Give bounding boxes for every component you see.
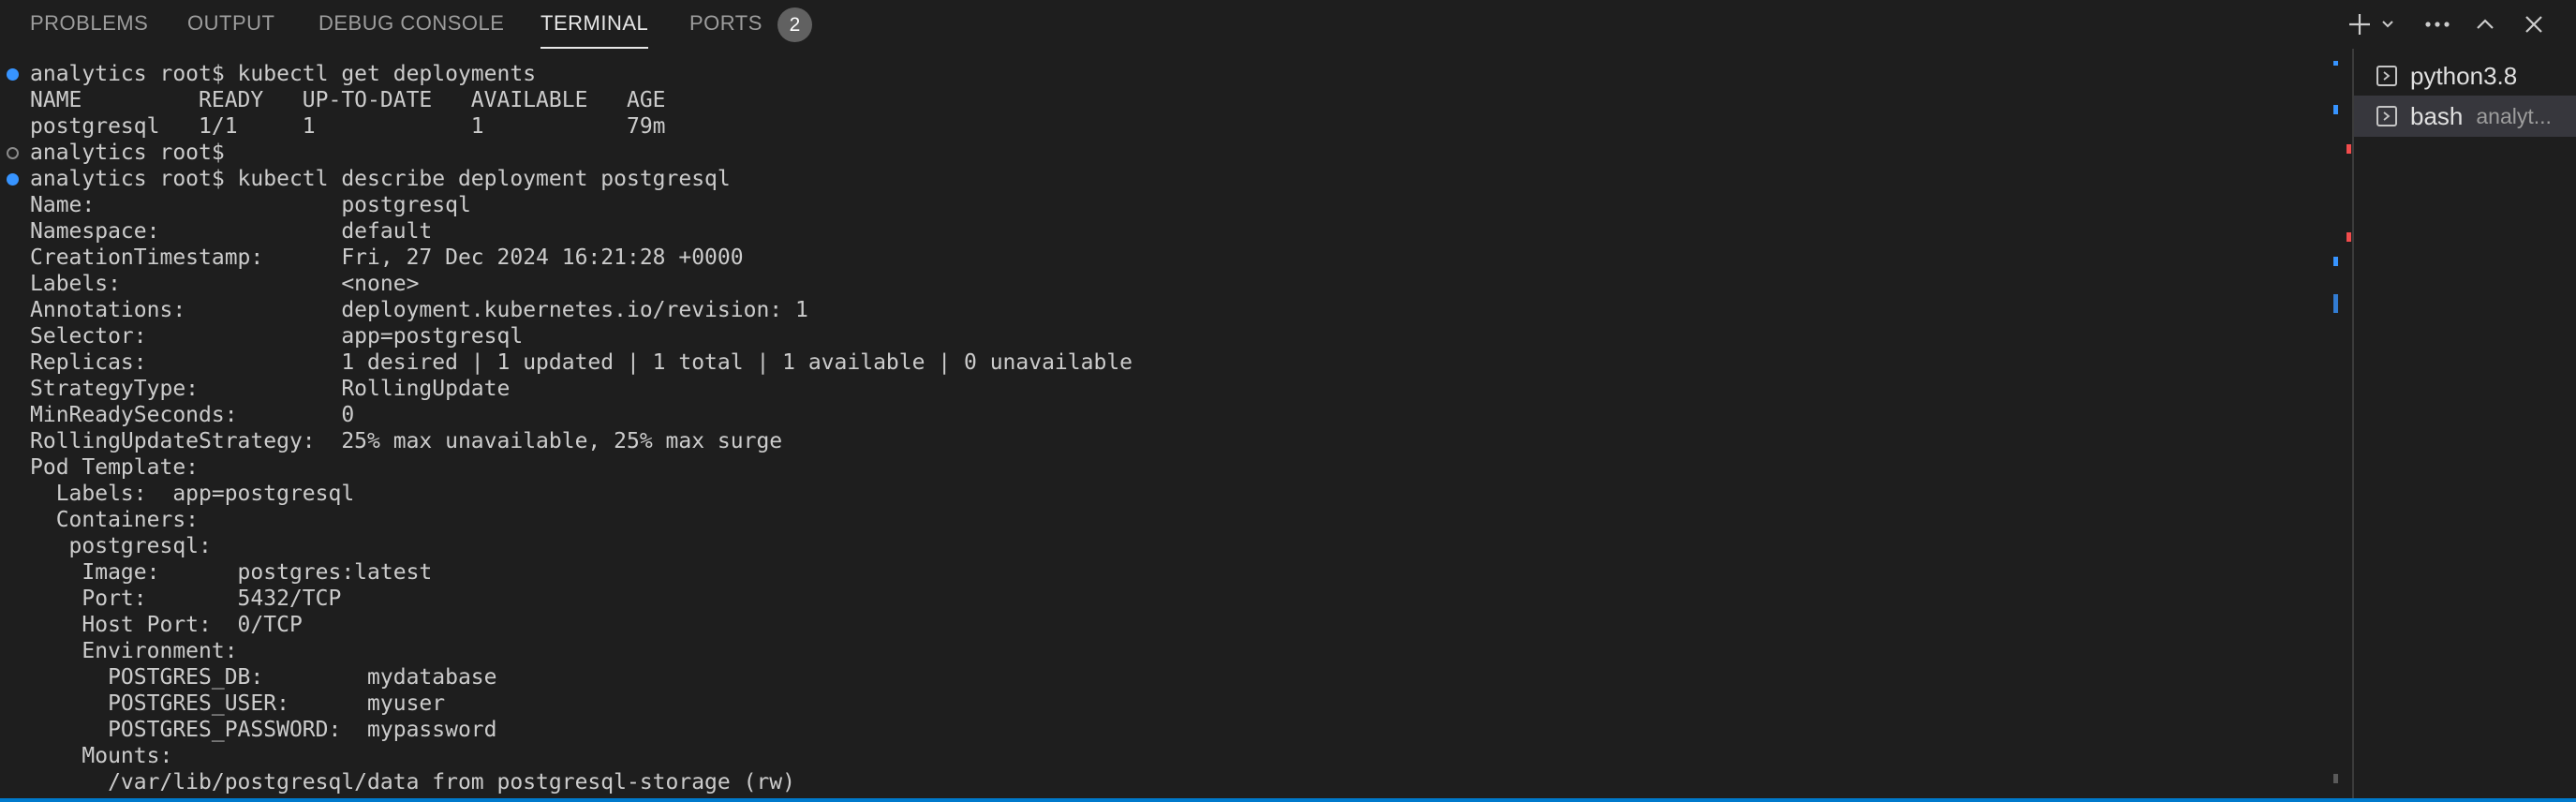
terminal-line: analytics root$ kubectl describe deploym…	[30, 167, 731, 191]
terminal-list: python3.8 bash analyt...	[2352, 49, 2576, 798]
terminal-line: postgresql:	[30, 534, 212, 558]
terminal-line: postgresql 1/1 1 1 79m	[30, 114, 666, 139]
terminal-line: NAME READY UP-TO-DATE AVAILABLE AGE	[30, 88, 666, 112]
ruler-mark	[2347, 144, 2351, 154]
chevron-up-icon[interactable]	[2466, 6, 2504, 43]
command-empty-icon[interactable]	[7, 147, 19, 159]
terminal-line: Mounts:	[30, 744, 173, 768]
terminal-line: POSTGRES_DB: mydatabase	[30, 665, 497, 690]
terminal-line: Pod Template:	[30, 455, 200, 480]
panel-tab-bar: PROBLEMS OUTPUT DEBUG CONSOLE TERMINAL P…	[0, 0, 2576, 49]
terminal-output[interactable]: analytics root$ kubectl get deployments …	[0, 49, 2332, 798]
terminal-line: Environment:	[30, 639, 238, 663]
terminal-line: Namespace: default	[30, 219, 433, 244]
terminal-item-name: bash	[2410, 101, 2464, 130]
ruler-mark	[2333, 774, 2338, 783]
terminal-line: RollingUpdateStrategy: 25% max unavailab…	[30, 429, 783, 453]
terminal-line: POSTGRES_USER: myuser	[30, 691, 446, 716]
terminal-line: Port: 5432/TCP	[30, 587, 342, 611]
terminal-item-python[interactable]: python3.8	[2354, 55, 2576, 97]
terminal-line: Annotations: deployment.kubernetes.io/re…	[30, 298, 808, 322]
terminal-line: Name: postgresql	[30, 193, 471, 217]
plus-icon[interactable]	[2343, 6, 2376, 43]
terminal-line: Replicas: 1 desired | 1 updated | 1 tota…	[30, 350, 1133, 375]
terminal-line: Host Port: 0/TCP	[30, 613, 303, 637]
close-icon[interactable]	[2515, 6, 2553, 43]
ruler-mark	[2333, 294, 2338, 313]
tab-problems[interactable]: PROBLEMS	[30, 0, 148, 49]
chevron-down-icon[interactable]	[2375, 6, 2401, 43]
ruler-mark	[2333, 105, 2338, 114]
command-success-icon[interactable]	[7, 68, 19, 81]
terminal-line: Containers:	[30, 508, 200, 532]
terminal-item-bash[interactable]: bash analyt...	[2354, 96, 2576, 137]
command-success-icon[interactable]	[7, 173, 19, 186]
terminal-line: POSTGRES_PASSWORD: mypassword	[30, 718, 497, 742]
ports-count-badge: 2	[777, 7, 812, 42]
terminal-scrollbar[interactable]	[2329, 49, 2351, 798]
terminal-line: CreationTimestamp: Fri, 27 Dec 2024 16:2…	[30, 245, 744, 270]
ruler-mark	[2347, 232, 2351, 242]
terminal-line: analytics root$ kubectl get deployments	[30, 62, 537, 86]
terminal-item-description: analyt...	[2476, 103, 2552, 128]
terminal-line: analytics root$	[30, 141, 225, 165]
ruler-mark	[2333, 61, 2338, 66]
terminal-item-name: python3.8	[2410, 61, 2518, 90]
terminal-line: Labels: <none>	[30, 272, 420, 296]
tab-ports[interactable]: PORTS	[689, 0, 762, 49]
terminal-line: MinReadySeconds: 0	[30, 403, 355, 427]
more-icon[interactable]	[2419, 6, 2456, 43]
terminal-line: Selector: app=postgresql	[30, 324, 524, 349]
terminal-icon	[2376, 66, 2397, 86]
terminal-line: StrategyType: RollingUpdate	[30, 377, 511, 401]
ruler-mark	[2333, 257, 2338, 266]
terminal-line: /var/lib/postgresql/data from postgresql…	[30, 770, 795, 795]
terminal-icon	[2376, 106, 2397, 126]
panel-bottom-border	[0, 798, 2576, 802]
terminal-line: Labels: app=postgresql	[30, 482, 355, 506]
tab-debug-console[interactable]: DEBUG CONSOLE	[318, 0, 504, 49]
tab-output[interactable]: OUTPUT	[187, 0, 274, 49]
terminal-line: Image: postgres:latest	[30, 560, 433, 585]
tab-terminal[interactable]: TERMINAL	[540, 0, 649, 49]
